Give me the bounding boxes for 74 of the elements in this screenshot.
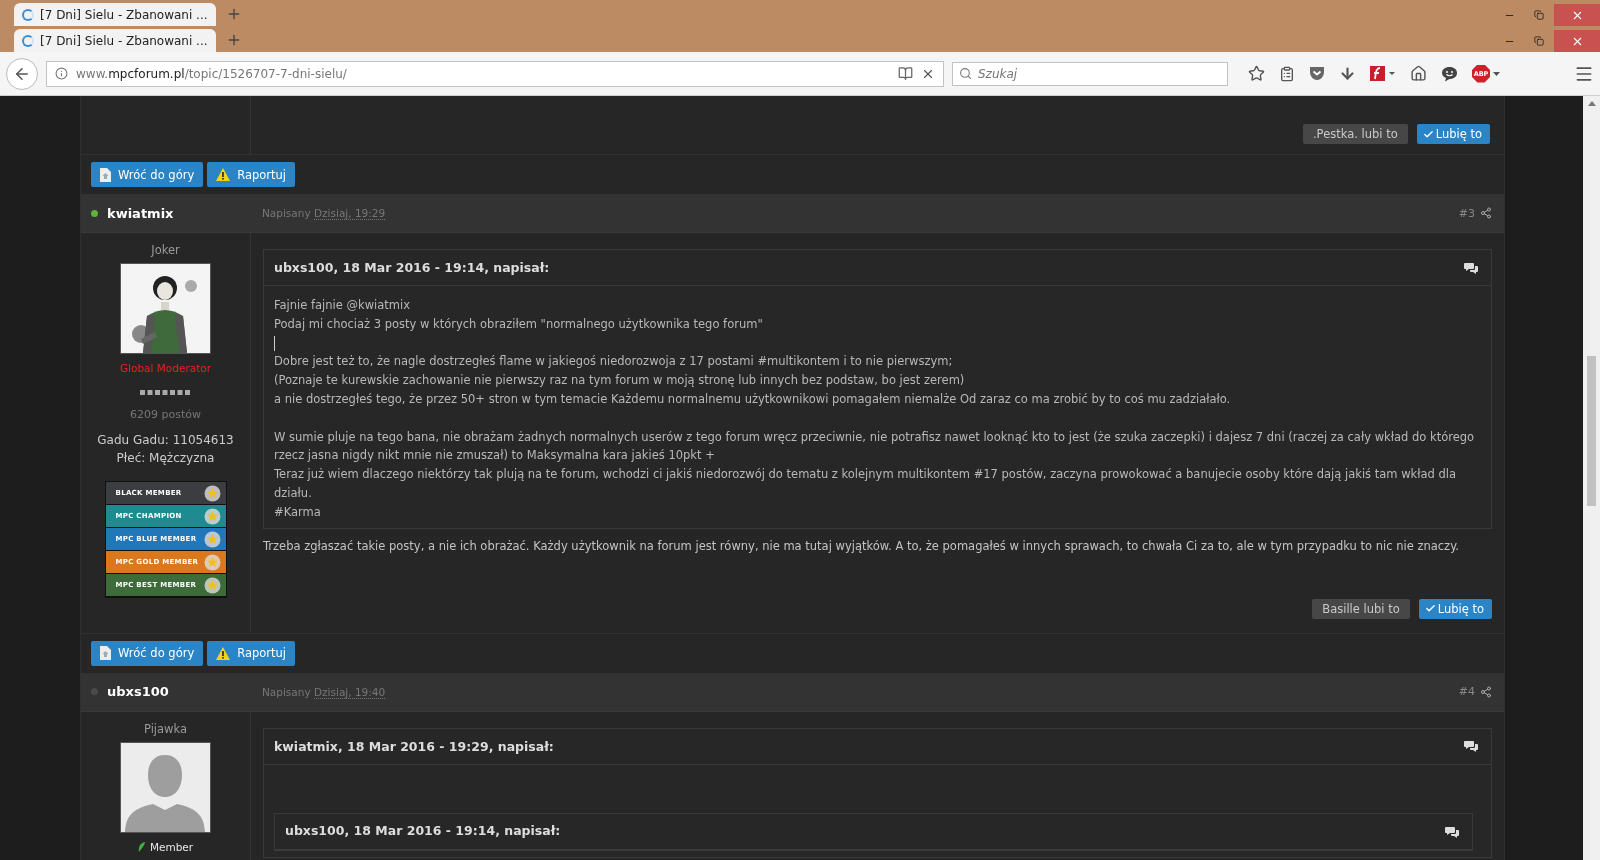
text-cursor: [274, 335, 275, 351]
quote-icon: [1464, 261, 1479, 274]
share-icon[interactable]: [1480, 685, 1492, 698]
search-icon: [959, 66, 972, 80]
quote-line: (Poznaje te kurewskie zachowanie nie pierwszy raz na tym forum w moją stronę lub innych bez podstaw, bo jest zerem): [274, 372, 966, 390]
quote-icon: [1445, 825, 1460, 838]
quote-line: Teraz już wiem dlaczego niektórzy tak plują na te forum, wchodzi ci jakiś niedorozwój do tematu z kolejnym multikontem #17 postów, zaczyna prowokować a banujecie osoby które dają jakiś tam wkład dla działu.: [274, 466, 1458, 502]
author-name[interactable]: ubxs100: [107, 684, 169, 700]
post-number[interactable]: #3: [1458, 206, 1475, 220]
lightning-icon[interactable]: [1370, 66, 1396, 81]
post-count: 6209 postów: [130, 408, 201, 421]
profile-field: Płeć: Mężczyzna: [116, 451, 215, 465]
report-button[interactable]: Raportuj: [207, 640, 296, 666]
post-number[interactable]: #4: [1458, 685, 1475, 699]
member-group: Member: [137, 840, 194, 853]
quote-author: ubxs100, 18 Mar 2016 - 19:14, napisał:: [274, 260, 550, 275]
home-icon[interactable]: [1410, 65, 1427, 82]
loading-icon: [22, 34, 34, 47]
info-icon[interactable]: [55, 67, 68, 80]
author-name[interactable]: kwiatmix: [107, 205, 174, 221]
back-button[interactable]: [6, 57, 38, 90]
quote-line: Fajnie fajnie @kwiatmix: [274, 297, 412, 314]
post-date: Napisany Dzisiaj, 19:29: [261, 207, 387, 219]
back-to-top-button[interactable]: Wróć do góry: [91, 162, 204, 187]
quote-line: Podaj mi chociaż 3 posty w których obraziłem "normalnego użytkownika tego forum": [274, 315, 764, 333]
badge-emblem-icon: [203, 507, 221, 525]
bookmark-star-icon[interactable]: [1248, 65, 1265, 82]
badge-emblem-icon: [203, 576, 221, 594]
rank-pips-icon: [139, 390, 192, 395]
share-icon[interactable]: [1480, 207, 1492, 219]
restore-icon: [1534, 10, 1544, 20]
check-icon: [1422, 128, 1434, 140]
liked-by-label[interactable]: .Pestka. lubi to: [1302, 124, 1408, 144]
liked-by-label[interactable]: Basille lubi to: [1312, 598, 1410, 619]
reader-view-icon[interactable]: [898, 66, 913, 81]
browser-tab[interactable]: [7 Dni] Sielu - Zbanowani ...: [14, 29, 216, 52]
badge-emblem-icon: [203, 530, 221, 548]
scroll-thumb[interactable]: [1587, 356, 1596, 506]
address-bar[interactable]: www.mpcforum.pl/topic/1526707-7-dni-sielu/: [46, 60, 944, 87]
member-group: Global Moderator: [119, 362, 212, 374]
warning-icon: [216, 646, 231, 660]
quote-line: #Karma: [274, 503, 322, 521]
clipboard-icon[interactable]: [1279, 65, 1295, 82]
caret-icon[interactable]: [1493, 71, 1500, 76]
warning-icon: [216, 168, 231, 181]
restore-icon: [1534, 36, 1544, 46]
quote-line: W sumie pluje na tego bana, nie obrażam żadnych normalnych userów z tego forum wręcz przeciwnie, nie potrafisz nawet looknąć kto to jest (że szuka zaczepki) i dajesz 7 dni (raczej za cały wkład do którego rzecz jasna nigdy nikt mnie nie zmuszał) to Maksymalna kara jakieś 10pkt +: [274, 428, 1476, 465]
back-to-top-button[interactable]: Wróć do góry: [91, 640, 204, 666]
member-title: Pijawka: [144, 721, 187, 736]
quote-author: ubxs100, 18 Mar 2016 - 19:14, napisał:: [285, 822, 561, 841]
download-icon[interactable]: [1339, 65, 1356, 82]
profile-field: Gadu Gadu: 11054613: [97, 433, 234, 447]
scroll-up-icon[interactable]: [1587, 101, 1596, 106]
document-icon: [100, 167, 111, 182]
smiley-bubble-icon[interactable]: [1441, 65, 1458, 82]
scrollbar[interactable]: [1583, 96, 1600, 860]
like-button[interactable]: Lubię to: [1418, 598, 1492, 619]
post-text: Trzeba zgłaszać takie posty, a nie ich obrażać. Każdy użytkownik na forum jest równy, nie ma tutaj wyjątków. A to, że pomagałeś w innych sprawach, to chwała Ci za to, ale w tym przypadku to nic nie znaczy.: [263, 538, 1460, 553]
report-button[interactable]: Raportuj: [207, 162, 296, 187]
browser-tab[interactable]: [7 Dni] Sielu - Zbanowani ...: [14, 3, 216, 26]
search-field[interactable]: Szukaj: [952, 61, 1228, 86]
shield-icon[interactable]: [1309, 66, 1325, 81]
like-button[interactable]: Lubię to: [1416, 124, 1490, 144]
badge-emblem-icon: [203, 484, 221, 502]
loading-icon: [22, 8, 34, 21]
quote-line: a nie dostrzegłeś tego, że przez 50+ stron w tym temacie Każdemu normalnemu użytkownikowi pomagałem niemalże Od zaraz co ma zrobić by to coś mu zadziałało.: [274, 391, 1232, 408]
badge-emblem-icon: [203, 553, 221, 571]
document-icon: [100, 646, 111, 661]
quote-author: kwiatmix, 18 Mar 2016 - 19:29, napisał:: [274, 738, 554, 754]
quote-line: Dobre jest też to, że nagle dostrzegłeś flame w jakiegoś niedorozwoja z 17 postami #multikontem i to nie pierwszym;: [274, 353, 954, 371]
quote-icon: [1464, 740, 1479, 753]
leaf-icon: [137, 841, 146, 852]
post-date: Napisany Dzisiaj, 19:40: [261, 685, 387, 698]
member-title: Joker: [151, 243, 180, 257]
